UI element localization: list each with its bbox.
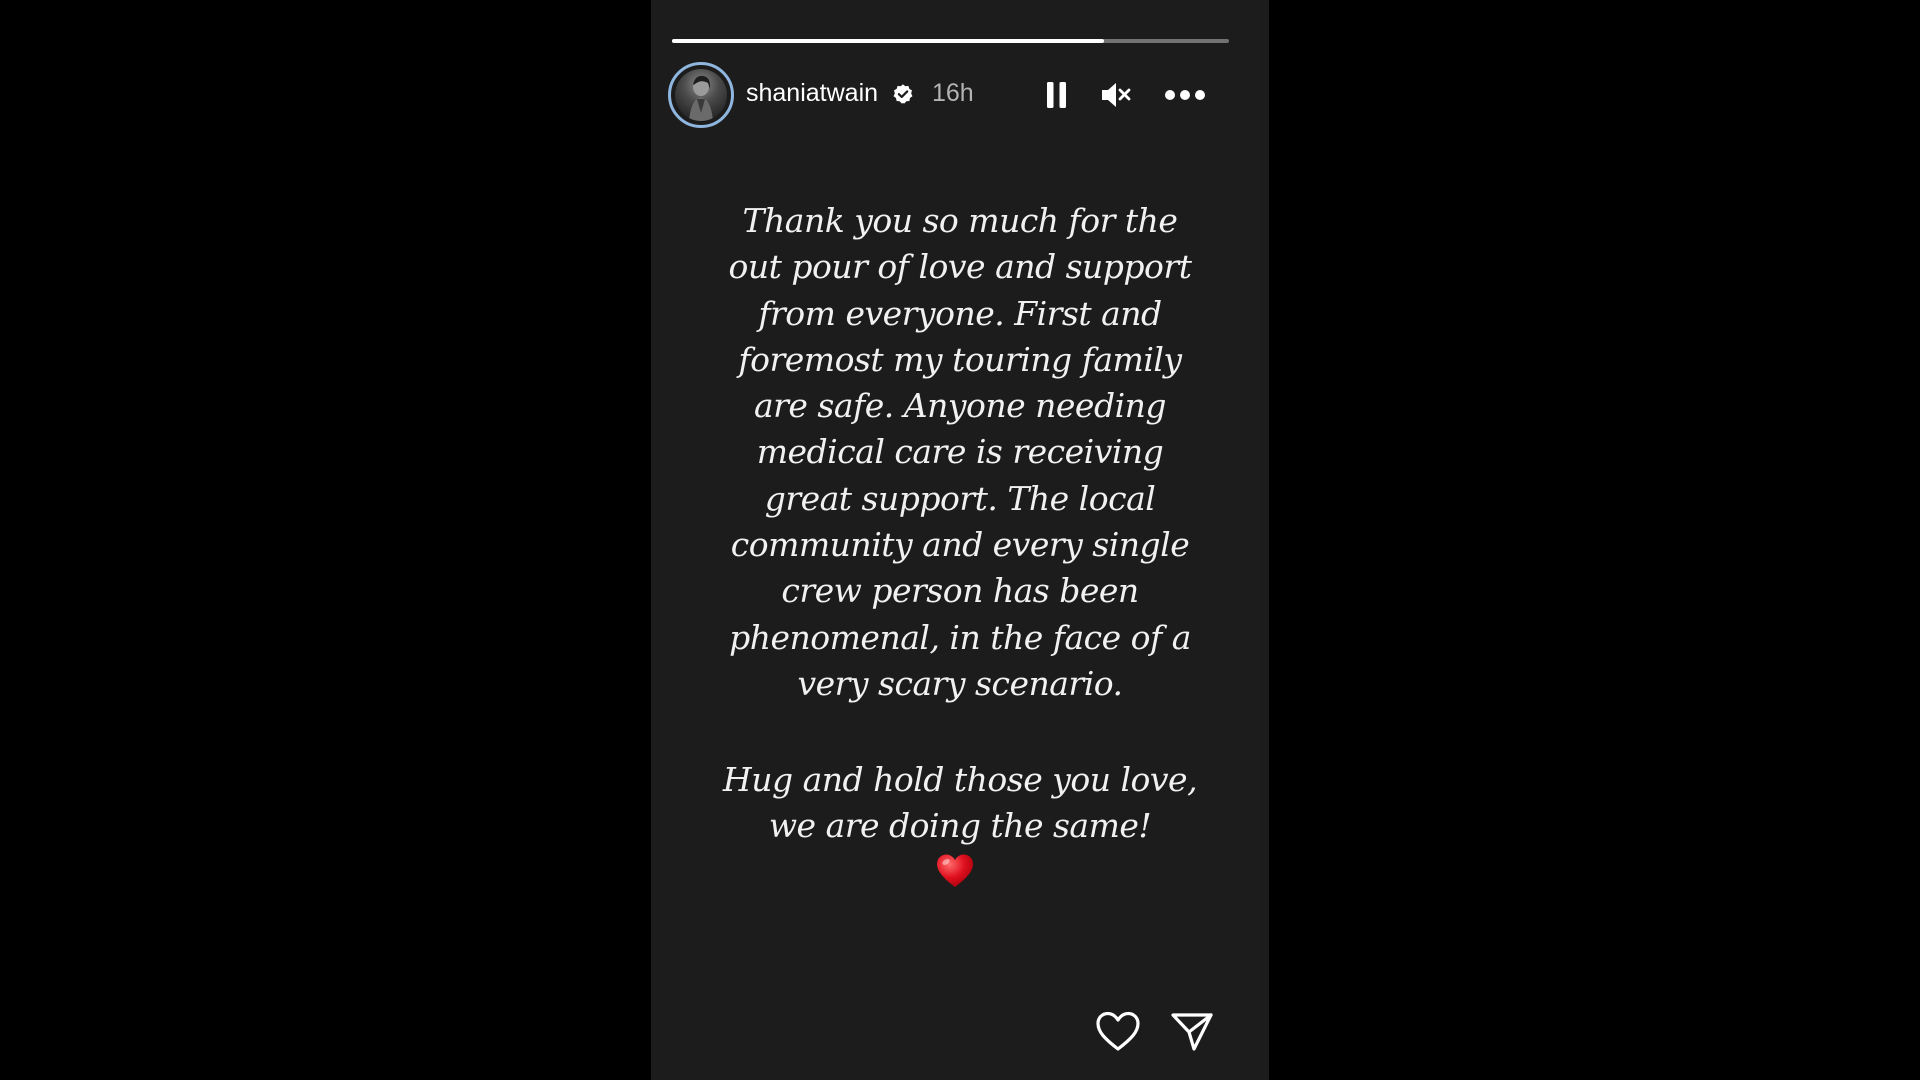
heart-outline-icon: [1096, 1011, 1140, 1051]
username[interactable]: shaniatwain: [746, 78, 878, 108]
story-message-paragraph: Thank you so much for the out pour of lo…: [728, 201, 1192, 703]
story-viewer[interactable]: shaniatwain 16h Thank you so much for th…: [651, 0, 1269, 1080]
story-header: shaniatwain 16h: [668, 62, 1248, 128]
red-heart-emoji-icon: [937, 854, 973, 887]
story-progress-bar: [672, 39, 1229, 43]
send-button[interactable]: [1168, 1008, 1216, 1056]
pause-icon: [1047, 82, 1066, 108]
story-timestamp: 16h: [932, 79, 974, 107]
muted-speaker-icon: [1102, 83, 1131, 107]
like-button[interactable]: [1094, 1008, 1142, 1056]
pause-button[interactable]: [1037, 75, 1077, 115]
mute-button[interactable]: [1096, 75, 1136, 115]
avatar[interactable]: [668, 62, 734, 128]
more-options-button[interactable]: [1159, 75, 1211, 115]
more-options-icon: [1165, 90, 1205, 100]
verified-badge-icon: [893, 84, 913, 104]
send-icon: [1171, 1013, 1213, 1051]
avatar-image: [675, 69, 727, 121]
story-progress-fill: [672, 39, 1104, 43]
story-message-closing: Hug and hold those you love, we are doin…: [722, 760, 1198, 846]
